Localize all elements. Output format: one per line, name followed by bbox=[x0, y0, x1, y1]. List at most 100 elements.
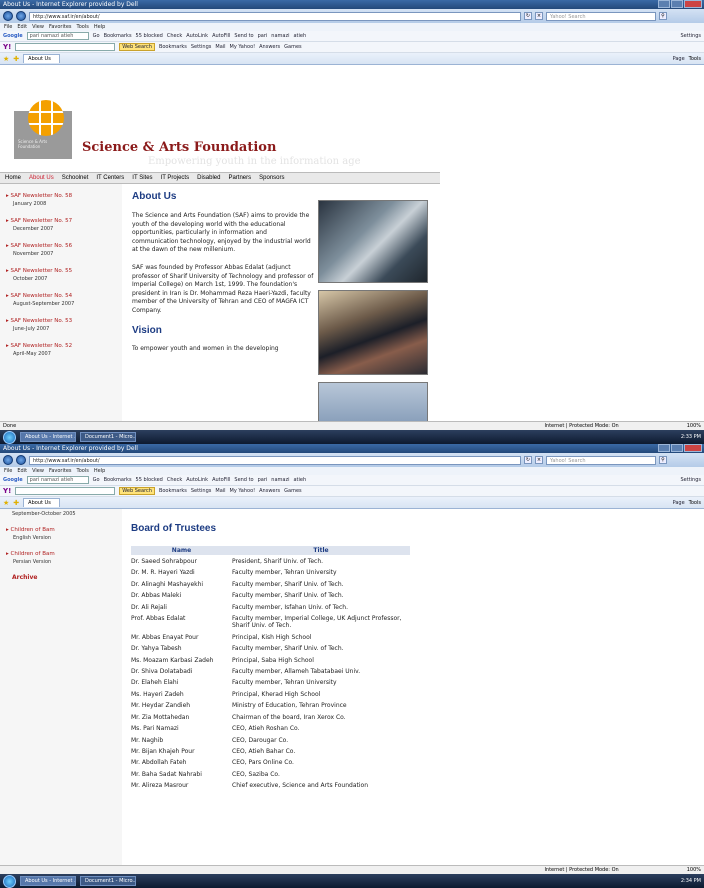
forward-button[interactable] bbox=[16, 11, 26, 21]
taskbar-word[interactable]: Document1 - Micro... bbox=[80, 876, 136, 886]
google-term-2[interactable]: namazi bbox=[271, 33, 289, 39]
yahoo-mail[interactable]: Mail bbox=[215, 488, 225, 494]
children-link[interactable]: Children of Bam bbox=[6, 550, 122, 558]
google-sendto[interactable]: Send to bbox=[234, 477, 253, 483]
newsletter-item[interactable]: SAF Newsletter No. 54August-September 20… bbox=[0, 292, 122, 308]
tools-menu[interactable]: Tools bbox=[689, 56, 701, 62]
minimize-button[interactable] bbox=[658, 444, 670, 452]
google-bookmarks[interactable]: Bookmarks bbox=[104, 33, 132, 39]
maximize-button[interactable] bbox=[671, 0, 683, 8]
taskbar-ie[interactable]: About Us - Internet ... bbox=[20, 432, 76, 442]
yahoo-search-input[interactable] bbox=[15, 487, 116, 495]
newsletter-item[interactable]: SAF Newsletter No. 52April-May 2007 bbox=[0, 342, 122, 358]
nav-sponsors[interactable]: Sponsors bbox=[259, 175, 284, 181]
page-menu[interactable]: Page bbox=[673, 500, 685, 506]
menu-favorites[interactable]: Favorites bbox=[49, 24, 72, 30]
add-favorites-icon[interactable]: ✚ bbox=[13, 55, 19, 63]
nav-disabled[interactable]: Disabled bbox=[197, 175, 220, 181]
menu-help[interactable]: Help bbox=[94, 24, 105, 30]
search-input[interactable]: Yahoo! Search bbox=[546, 455, 656, 465]
newsletter-link[interactable]: SAF Newsletter No. 52 bbox=[6, 342, 118, 350]
nav-it-projects[interactable]: IT Projects bbox=[161, 175, 190, 181]
menu-file[interactable]: File bbox=[4, 24, 12, 30]
children-bam-english[interactable]: Children of BamEnglish Version bbox=[0, 526, 122, 542]
refresh-icon[interactable]: ↻ bbox=[524, 456, 532, 464]
back-button[interactable] bbox=[3, 11, 13, 21]
security-zone[interactable]: Internet | Protected Mode: On bbox=[544, 867, 618, 873]
newsletter-link[interactable]: SAF Newsletter No. 54 bbox=[6, 292, 118, 300]
newsletter-link[interactable]: SAF Newsletter No. 55 bbox=[6, 267, 118, 275]
google-autolink[interactable]: AutoLink bbox=[186, 33, 208, 39]
page-menu[interactable]: Page bbox=[673, 56, 685, 62]
nav-schoolnet[interactable]: Schoolnet bbox=[62, 175, 89, 181]
yahoo-answers[interactable]: Answers bbox=[259, 44, 280, 50]
yahoo-web-search-button[interactable]: Web Search bbox=[119, 487, 155, 495]
google-term-3[interactable]: atieh bbox=[293, 33, 306, 39]
security-zone[interactable]: Internet | Protected Mode: On bbox=[544, 423, 618, 429]
menu-edit[interactable]: Edit bbox=[17, 24, 27, 30]
nav-it-centers[interactable]: IT Centers bbox=[96, 175, 124, 181]
google-settings[interactable]: Settings bbox=[680, 477, 701, 483]
menu-file[interactable]: File bbox=[4, 468, 12, 474]
menu-help[interactable]: Help bbox=[94, 468, 105, 474]
back-button[interactable] bbox=[3, 455, 13, 465]
start-button[interactable] bbox=[3, 430, 16, 444]
search-input[interactable]: Yahoo! Search bbox=[546, 11, 656, 21]
newsletter-link[interactable]: SAF Newsletter No. 57 bbox=[6, 217, 118, 225]
close-button[interactable] bbox=[684, 0, 702, 8]
google-term-1[interactable]: pari bbox=[258, 477, 268, 483]
close-button[interactable] bbox=[684, 444, 702, 452]
menu-tools[interactable]: Tools bbox=[77, 24, 89, 30]
google-term-2[interactable]: namazi bbox=[271, 477, 289, 483]
menu-edit[interactable]: Edit bbox=[17, 468, 27, 474]
url-input[interactable]: http://www.saf.ir/en/about/ bbox=[29, 455, 521, 465]
taskbar-word[interactable]: Document1 - Micro... bbox=[80, 432, 136, 442]
yahoo-mail[interactable]: Mail bbox=[215, 44, 225, 50]
maximize-button[interactable] bbox=[671, 444, 683, 452]
menu-tools[interactable]: Tools bbox=[77, 468, 89, 474]
google-bookmarks[interactable]: Bookmarks bbox=[104, 477, 132, 483]
yahoo-search-input[interactable] bbox=[15, 43, 116, 51]
newsletter-link[interactable]: SAF Newsletter No. 56 bbox=[6, 242, 118, 250]
yahoo-web-search-button[interactable]: Web Search bbox=[119, 43, 155, 51]
clock[interactable]: 2:33 PM bbox=[681, 434, 701, 440]
google-popups-blocked[interactable]: 55 blocked bbox=[136, 33, 163, 39]
newsletter-item[interactable]: SAF Newsletter No. 57December 2007 bbox=[0, 217, 122, 233]
zoom-level[interactable]: 100% bbox=[687, 867, 701, 873]
tab-about-us[interactable]: About Us bbox=[23, 54, 60, 63]
nav-it-sites[interactable]: IT Sites bbox=[132, 175, 152, 181]
newsletter-item[interactable]: SAF Newsletter No. 56November 2007 bbox=[0, 242, 122, 258]
newsletter-item[interactable]: SAF Newsletter No. 55October 2007 bbox=[0, 267, 122, 283]
yahoo-my-yahoo[interactable]: My Yahoo! bbox=[230, 488, 256, 494]
yahoo-settings[interactable]: Settings bbox=[191, 488, 212, 494]
zoom-level[interactable]: 100% bbox=[687, 423, 701, 429]
url-input[interactable]: http://www.saf.ir/en/about/ bbox=[29, 11, 521, 21]
minimize-button[interactable] bbox=[658, 0, 670, 8]
globe-logo-icon[interactable] bbox=[28, 100, 64, 136]
stop-icon[interactable]: × bbox=[535, 456, 543, 464]
newsletter-link[interactable]: SAF Newsletter No. 58 bbox=[6, 192, 118, 200]
children-bam-persian[interactable]: Children of BamPersian Version bbox=[0, 550, 122, 566]
newsletter-link[interactable]: SAF Newsletter No. 53 bbox=[6, 317, 118, 325]
google-term-3[interactable]: atieh bbox=[293, 477, 306, 483]
google-settings[interactable]: Settings bbox=[680, 33, 701, 39]
yahoo-settings[interactable]: Settings bbox=[191, 44, 212, 50]
google-autofill[interactable]: AutoFill bbox=[212, 477, 230, 483]
nav-home[interactable]: Home bbox=[5, 175, 21, 181]
nav-about-us[interactable]: About Us bbox=[29, 175, 54, 181]
google-check[interactable]: Check bbox=[167, 33, 182, 39]
search-icon[interactable]: ⚲ bbox=[659, 456, 667, 464]
google-autolink[interactable]: AutoLink bbox=[186, 477, 208, 483]
tools-menu[interactable]: Tools bbox=[689, 500, 701, 506]
google-term-1[interactable]: pari bbox=[258, 33, 268, 39]
google-check[interactable]: Check bbox=[167, 477, 182, 483]
newsletter-item[interactable]: SAF Newsletter No. 53June-July 2007 bbox=[0, 317, 122, 333]
google-popups-blocked[interactable]: 55 blocked bbox=[136, 477, 163, 483]
tab-about-us[interactable]: About Us bbox=[23, 498, 60, 507]
yahoo-my-yahoo[interactable]: My Yahoo! bbox=[230, 44, 256, 50]
google-sendto[interactable]: Send to bbox=[234, 33, 253, 39]
forward-button[interactable] bbox=[16, 455, 26, 465]
taskbar-ie[interactable]: About Us - Internet ... bbox=[20, 876, 76, 886]
menu-favorites[interactable]: Favorites bbox=[49, 468, 72, 474]
google-go-button[interactable]: Go bbox=[93, 33, 100, 39]
